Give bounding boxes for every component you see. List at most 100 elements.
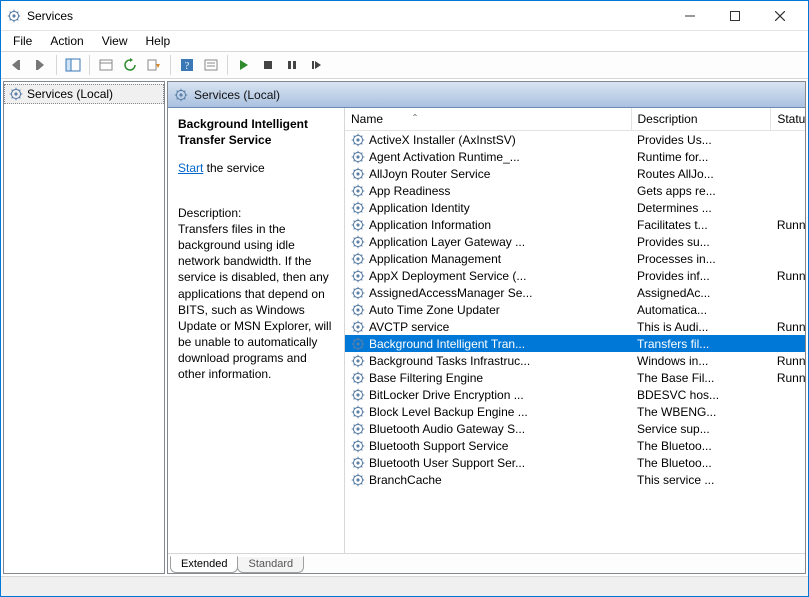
service-name: Block Level Backup Engine ... <box>369 405 625 419</box>
service-row-icon <box>351 439 365 453</box>
tree-item-services-local[interactable]: Services (Local) <box>4 84 164 104</box>
table-row[interactable]: Background Intelligent Tran... Transfers … <box>345 335 805 352</box>
table-row[interactable]: Bluetooth Support ServiceThe Bluetoo...M… <box>345 437 805 454</box>
service-status <box>771 250 805 267</box>
service-description: This is Audi... <box>631 318 771 335</box>
view-tabs: Extended Standard <box>168 553 805 573</box>
tab-extended[interactable]: Extended <box>170 556 238 573</box>
table-row[interactable]: AppX Deployment Service (...Provides inf… <box>345 267 805 284</box>
window-title: Services <box>27 9 73 23</box>
table-row[interactable]: AssignedAccessManager Se...AssignedAc...… <box>345 284 805 301</box>
restart-service-button[interactable] <box>305 54 327 76</box>
service-description: Service sup... <box>631 420 771 437</box>
start-service-link[interactable]: Start <box>178 161 203 175</box>
service-row-icon <box>351 150 365 164</box>
service-status <box>771 386 805 403</box>
table-row[interactable]: Bluetooth Audio Gateway S...Service sup.… <box>345 420 805 437</box>
table-row[interactable]: Base Filtering EngineThe Base Fil...Runn… <box>345 369 805 386</box>
service-status <box>771 182 805 199</box>
table-row[interactable]: Auto Time Zone UpdaterAutomatica...Disab… <box>345 301 805 318</box>
stop-service-button[interactable] <box>257 54 279 76</box>
service-description: Facilitates t... <box>631 216 771 233</box>
service-name: Base Filtering Engine <box>369 371 625 385</box>
menu-file[interactable]: File <box>5 32 40 50</box>
service-row-icon <box>351 218 365 232</box>
services-app-icon <box>7 8 21 24</box>
tab-standard[interactable]: Standard <box>237 556 304 573</box>
service-description: BDESVC hos... <box>631 386 771 403</box>
service-status <box>771 471 805 488</box>
show-hide-tree-button[interactable] <box>62 54 84 76</box>
minimize-button[interactable] <box>667 1 712 30</box>
description-label: Description: <box>178 205 334 221</box>
back-button[interactable] <box>5 54 27 76</box>
service-status <box>771 301 805 318</box>
table-row[interactable]: Application ManagementProcesses in...Man… <box>345 250 805 267</box>
service-status <box>771 403 805 420</box>
table-row[interactable]: ActiveX Installer (AxInstSV) Provides Us.… <box>345 131 805 149</box>
start-service-suffix: the service <box>203 161 264 175</box>
table-row[interactable]: Bluetooth User Support Ser...The Bluetoo… <box>345 454 805 471</box>
service-name: ActiveX Installer (AxInstSV) <box>369 133 625 147</box>
table-row[interactable]: Background Tasks Infrastruc...Windows in… <box>345 352 805 369</box>
menu-view[interactable]: View <box>94 32 136 50</box>
service-row-icon <box>351 388 365 402</box>
service-description: Runtime for... <box>631 148 771 165</box>
close-button[interactable] <box>757 1 802 30</box>
service-name: Agent Activation Runtime_... <box>369 150 625 164</box>
table-row[interactable]: App ReadinessGets apps re...ManualLoca <box>345 182 805 199</box>
table-row[interactable]: BitLocker Drive Encryption ... BDESVC hos… <box>345 386 805 403</box>
service-name: App Readiness <box>369 184 625 198</box>
service-description: Windows in... <box>631 352 771 369</box>
col-description[interactable]: Description <box>631 108 771 131</box>
table-row[interactable]: AVCTP serviceThis is Audi...RunningManua… <box>345 318 805 335</box>
service-description: Determines ... <box>631 199 771 216</box>
table-row[interactable]: Application Layer Gateway ...Provides su… <box>345 233 805 250</box>
service-name: Background Intelligent Tran... <box>369 337 625 351</box>
properties-button[interactable] <box>95 54 117 76</box>
service-description: Transfers fil... <box>631 335 771 352</box>
description-text: Transfers files in the background using … <box>178 221 334 383</box>
console-tree[interactable]: Services (Local) <box>3 81 165 574</box>
service-row-icon <box>351 201 365 215</box>
service-description: Automatica... <box>631 301 771 318</box>
service-name: Application Layer Gateway ... <box>369 235 625 249</box>
table-row[interactable]: Application IdentityDetermines ...Manual… <box>345 199 805 216</box>
service-row-icon <box>351 422 365 436</box>
table-row[interactable]: BranchCacheThis service ...ManualNetw <box>345 471 805 488</box>
help-button[interactable]: ? <box>176 54 198 76</box>
service-name: BitLocker Drive Encryption ... <box>369 388 625 402</box>
service-status <box>771 284 805 301</box>
service-row-icon <box>351 371 365 385</box>
table-row[interactable]: AllJoyn Router ServiceRoutes AllJo...Man… <box>345 165 805 182</box>
service-name: Bluetooth User Support Ser... <box>369 456 625 470</box>
toolbar-properties-button[interactable] <box>200 54 222 76</box>
menu-action[interactable]: Action <box>42 32 91 50</box>
service-row-icon <box>351 252 365 266</box>
table-row[interactable]: Block Level Backup Engine ...The WBENG..… <box>345 403 805 420</box>
maximize-button[interactable] <box>712 1 757 30</box>
col-status[interactable]: Status <box>771 108 805 131</box>
service-description: Provides Us... <box>631 131 771 149</box>
start-service-button[interactable] <box>233 54 255 76</box>
svg-text:?: ? <box>185 61 190 72</box>
service-row-icon <box>351 473 365 487</box>
service-description: Gets apps re... <box>631 182 771 199</box>
pause-service-button[interactable] <box>281 54 303 76</box>
service-name: BranchCache <box>369 473 625 487</box>
service-name: AVCTP service <box>369 320 625 334</box>
service-row-icon <box>351 269 365 283</box>
menu-help[interactable]: Help <box>138 32 179 50</box>
title-bar: Services <box>1 1 808 31</box>
results-header-icon <box>174 88 188 102</box>
table-row[interactable]: Agent Activation Runtime_... Runtime for.… <box>345 148 805 165</box>
services-list[interactable]: Nameˆ Description Status Startup Type Lo… <box>345 108 805 553</box>
results-header-title: Services (Local) <box>194 88 280 102</box>
service-name: AllJoyn Router Service <box>369 167 625 181</box>
refresh-button[interactable] <box>119 54 141 76</box>
forward-button[interactable] <box>29 54 51 76</box>
col-name[interactable]: Nameˆ <box>345 108 631 131</box>
export-list-button[interactable] <box>143 54 165 76</box>
table-row[interactable]: Application InformationFacilitates t...R… <box>345 216 805 233</box>
results-pane-header: Services (Local) <box>168 82 805 108</box>
